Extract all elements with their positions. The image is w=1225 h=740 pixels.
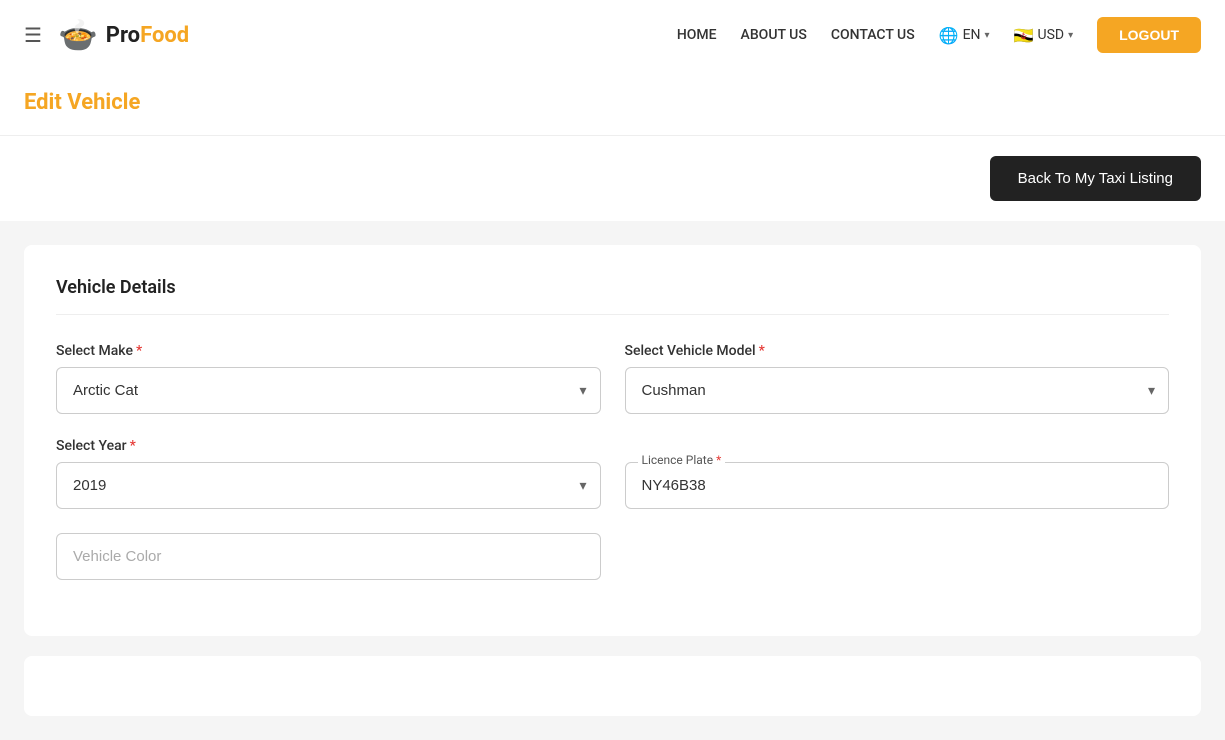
currency-code: USD (1038, 27, 1065, 43)
language-code: EN (963, 27, 981, 43)
licence-plate-wrapper: Licence Plate* (625, 462, 1170, 509)
page-header-wrapper: Edit Vehicle Back To My Taxi Listing (0, 70, 1225, 221)
vehicle-details-title: Vehicle Details (56, 277, 1169, 315)
currency-selector[interactable]: 🇧🇳 USD ▾ (1014, 26, 1074, 45)
make-required-star: * (136, 343, 142, 359)
form-row-make-model: Select Make* Arctic Cat Ford Toyota Hond… (56, 343, 1169, 414)
navbar-right: HOME ABOUT US CONTACT US 🌐 EN ▾ 🇧🇳 USD ▾… (677, 17, 1201, 53)
licence-plate-floating-label: Licence Plate* (638, 453, 726, 467)
logout-button[interactable]: LOGOUT (1097, 17, 1201, 53)
navbar: ☰ 🍲 ProFood HOME ABOUT US CONTACT US 🌐 E… (0, 0, 1225, 70)
nav-about[interactable]: ABOUT US (741, 27, 807, 43)
vehicle-color-input[interactable] (56, 533, 601, 580)
logo: 🍲 ProFood (58, 16, 189, 54)
form-group-make: Select Make* Arctic Cat Ford Toyota Hond… (56, 343, 601, 414)
back-to-taxi-listing-button[interactable]: Back To My Taxi Listing (990, 156, 1201, 201)
select-make-dropdown[interactable]: Arctic Cat Ford Toyota Honda Chevrolet (56, 367, 601, 414)
bottom-card (24, 656, 1201, 716)
vehicle-details-card: Vehicle Details Select Make* Arctic Cat … (24, 245, 1201, 636)
form-group-year: Select Year* 2019 2020 2021 2022 2023 ▾ (56, 438, 601, 509)
form-group-color (56, 533, 601, 580)
form-row-year-plate: Select Year* 2019 2020 2021 2022 2023 ▾ … (56, 438, 1169, 509)
year-required-star: * (130, 438, 136, 454)
select-make-label: Select Make* (56, 343, 601, 359)
language-chevron-icon: ▾ (985, 30, 990, 41)
logo-text: ProFood (106, 23, 189, 48)
nav-contact[interactable]: CONTACT US (831, 27, 915, 43)
select-model-label: Select Vehicle Model* (625, 343, 1170, 359)
hamburger-icon[interactable]: ☰ (24, 23, 42, 47)
form-group-licence-plate: Placeholder Licence Plate* (625, 438, 1170, 509)
select-make-wrapper: Arctic Cat Ford Toyota Honda Chevrolet ▾ (56, 367, 601, 414)
page-header: Edit Vehicle (0, 70, 1225, 136)
nav-home[interactable]: HOME (677, 27, 717, 43)
logo-icon: 🍲 (58, 16, 98, 54)
select-year-wrapper: 2019 2020 2021 2022 2023 ▾ (56, 462, 601, 509)
select-model-dropdown[interactable]: Cushman F-150 Corolla Civic (625, 367, 1170, 414)
currency-flag: 🇧🇳 (1014, 26, 1034, 45)
logo-food: Food (140, 23, 189, 48)
language-flag: 🌐 (939, 26, 959, 45)
language-selector[interactable]: 🌐 EN ▾ (939, 26, 990, 45)
select-year-dropdown[interactable]: 2019 2020 2021 2022 2023 (56, 462, 601, 509)
model-required-star: * (759, 343, 765, 359)
action-bar: Back To My Taxi Listing (0, 136, 1225, 221)
select-model-wrapper: Cushman F-150 Corolla Civic ▾ (625, 367, 1170, 414)
form-section-wrapper: Vehicle Details Select Make* Arctic Cat … (0, 221, 1225, 740)
currency-chevron-icon: ▾ (1068, 30, 1073, 41)
select-year-label: Select Year* (56, 438, 601, 454)
page-title: Edit Vehicle (24, 90, 1201, 115)
navbar-left: ☰ 🍲 ProFood (24, 16, 189, 54)
form-row-color (56, 533, 1169, 580)
form-group-model: Select Vehicle Model* Cushman F-150 Coro… (625, 343, 1170, 414)
logo-pro: Pro (106, 23, 140, 48)
licence-plate-input[interactable] (626, 463, 1169, 508)
plate-required-star: * (716, 453, 721, 467)
